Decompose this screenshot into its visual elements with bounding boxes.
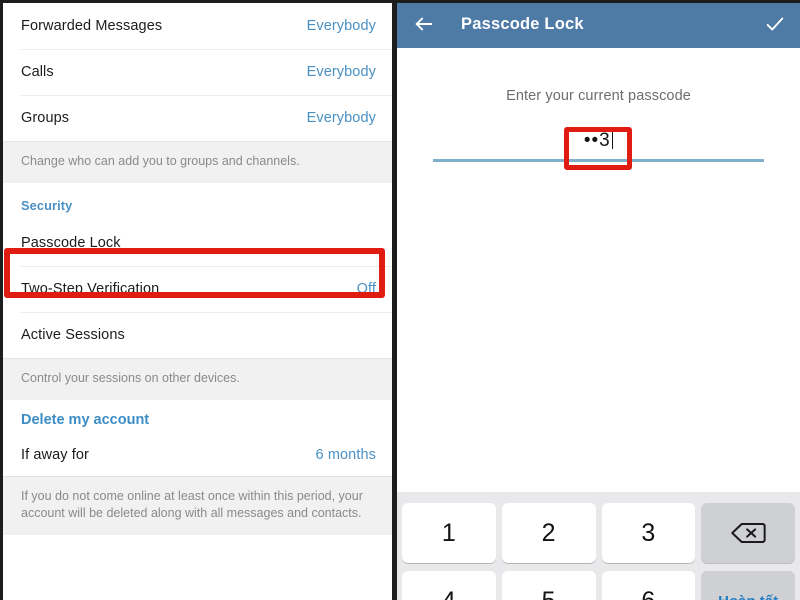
passcode-input-value: ••3 bbox=[583, 130, 611, 151]
settings-row-calls[interactable]: Calls Everybody bbox=[3, 49, 392, 95]
frame-edge-top bbox=[0, 0, 800, 3]
check-icon[interactable] bbox=[764, 13, 786, 35]
settings-row-forwarded-messages[interactable]: Forwarded Messages Everybody bbox=[3, 3, 392, 49]
keyboard-row-1: 1 2 3 bbox=[402, 503, 795, 563]
settings-row-if-away-for[interactable]: If away for 6 months bbox=[3, 434, 392, 476]
passcode-entry-area: Enter your current passcode ••3 bbox=[397, 48, 800, 492]
privacy-settings-panel: Forwarded Messages Everybody Calls Every… bbox=[3, 3, 392, 600]
settings-row-passcode-lock[interactable]: Passcode Lock bbox=[3, 220, 392, 266]
input-underline bbox=[433, 159, 764, 162]
settings-row-groups[interactable]: Groups Everybody bbox=[3, 95, 392, 141]
row-label: Forwarded Messages bbox=[21, 18, 163, 34]
row-label: Two-Step Verification bbox=[21, 281, 160, 297]
passcode-prompt: Enter your current passcode bbox=[506, 88, 691, 104]
text-caret bbox=[611, 131, 614, 149]
key-done[interactable]: Hoàn tất bbox=[701, 571, 795, 600]
row-value: Everybody bbox=[306, 64, 376, 80]
backspace-icon[interactable] bbox=[701, 503, 795, 563]
passcode-lock-panel: Passcode Lock Enter your current passcod… bbox=[397, 0, 800, 600]
screenshot-root: Forwarded Messages Everybody Calls Every… bbox=[0, 0, 800, 600]
row-label: Active Sessions bbox=[21, 327, 125, 343]
frame-edge-left bbox=[0, 0, 3, 600]
keyboard-row-2: 4 5 6 Hoàn tất bbox=[402, 571, 795, 600]
row-label: If away for bbox=[21, 447, 89, 463]
row-value: Everybody bbox=[306, 18, 376, 34]
numeric-keyboard: 1 2 3 4 5 6 Hoàn tất bbox=[397, 492, 800, 600]
key-4[interactable]: 4 bbox=[402, 571, 496, 600]
passcode-input[interactable]: ••3 bbox=[433, 128, 764, 154]
key-1[interactable]: 1 bbox=[402, 503, 496, 563]
sessions-note: Control your sessions on other devices. bbox=[3, 358, 392, 400]
page-title: Passcode Lock bbox=[461, 14, 584, 33]
row-label: Passcode Lock bbox=[21, 235, 121, 251]
passcode-input-wrapper[interactable]: ••3 bbox=[433, 128, 764, 162]
section-header-security: Security bbox=[3, 183, 392, 220]
settings-row-active-sessions[interactable]: Active Sessions bbox=[3, 312, 392, 358]
delete-my-account-link[interactable]: Delete my account bbox=[3, 400, 392, 434]
row-label: Groups bbox=[21, 110, 70, 126]
delete-account-note: If you do not come online at least once … bbox=[3, 476, 392, 535]
app-bar: Passcode Lock bbox=[397, 0, 800, 48]
settings-row-two-step-verification[interactable]: Two-Step Verification Off bbox=[3, 266, 392, 312]
privacy-note: Change who can add you to groups and cha… bbox=[3, 141, 392, 183]
key-3[interactable]: 3 bbox=[601, 503, 696, 563]
row-label: Calls bbox=[21, 64, 54, 80]
key-5[interactable]: 5 bbox=[501, 571, 596, 600]
row-value: 6 months bbox=[315, 447, 376, 463]
key-6[interactable]: 6 bbox=[601, 571, 696, 600]
row-value: Off bbox=[356, 281, 376, 297]
key-2[interactable]: 2 bbox=[501, 503, 596, 563]
arrow-left-icon[interactable] bbox=[413, 13, 435, 35]
row-value: Everybody bbox=[306, 110, 376, 126]
panel-divider bbox=[392, 0, 397, 600]
